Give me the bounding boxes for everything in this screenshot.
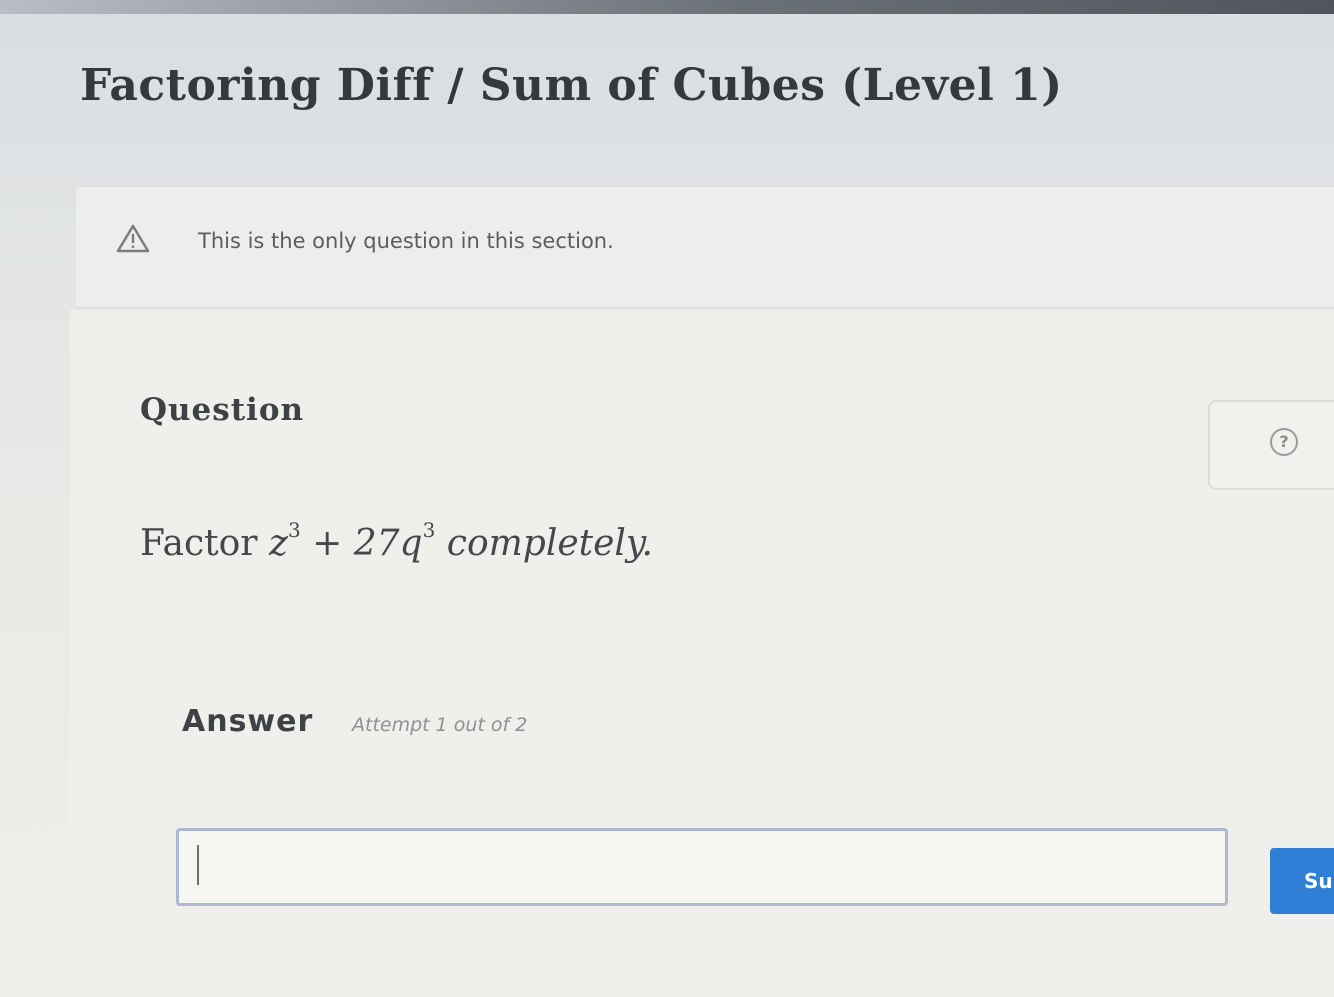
exponent-a: 3 [287,518,301,542]
question-panel: Question ? Factor z3 + 27q3 completely. … [70,310,1334,997]
top-bar [0,0,1334,14]
warning-icon [116,224,150,253]
text-caret [197,845,199,885]
math-operator: + [312,523,343,564]
submit-button[interactable]: Sub [1270,848,1334,914]
exponent-b: 3 [422,518,436,542]
question-heading: Question [140,392,305,428]
question-prefix: Factor [140,523,258,564]
notice-panel: This is the only question in this sectio… [76,186,1334,308]
answer-label: Answer [182,704,314,739]
math-term-a: z3 [268,518,301,564]
help-icon[interactable]: ? [1270,428,1298,456]
math-term-b: 27q3 [353,518,436,564]
page-title: Factoring Diff / Sum of Cubes (Level 1) [80,60,1063,111]
question-suffix: completely. [446,523,653,564]
attempt-counter: Attempt 1 out of 2 [352,714,528,736]
help-button[interactable]: ? [1208,400,1334,490]
notice-text: This is the only question in this sectio… [198,229,614,253]
question-text: Factor z3 + 27q3 completely. [140,518,653,564]
answer-input[interactable] [176,828,1228,906]
